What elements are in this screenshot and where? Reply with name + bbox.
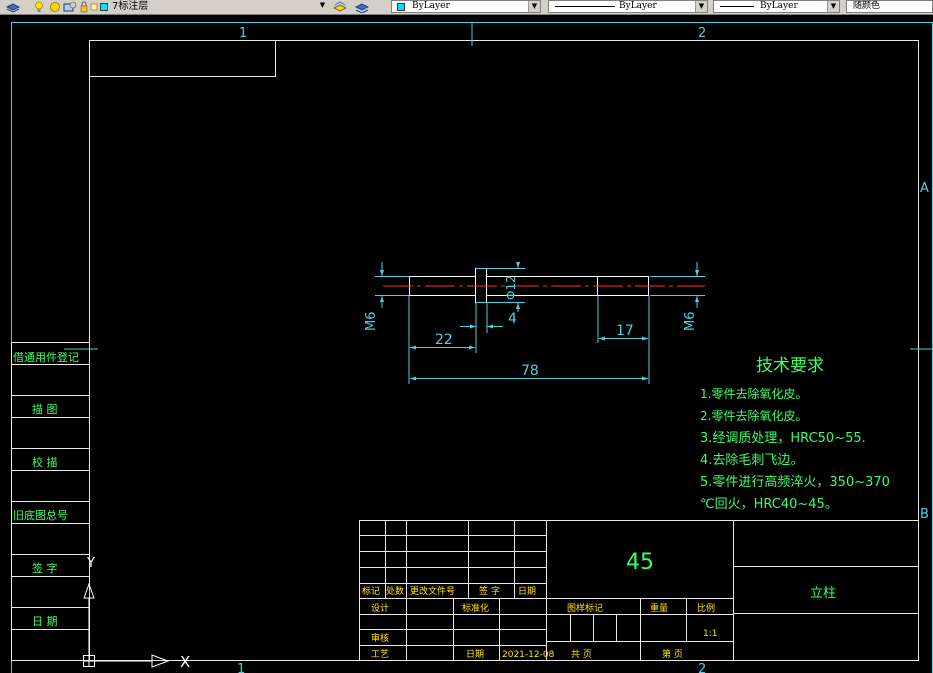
tech-req-title: 技术要求 — [756, 356, 824, 376]
chevron-down-icon[interactable]: ▼ — [528, 1, 540, 12]
date-value: 2021-12-08 — [502, 650, 555, 660]
side-label-tracing: 描 图 — [32, 402, 58, 416]
zone-label-col1-bottom: 1 — [237, 662, 245, 673]
chevron-down-icon[interactable]: ▼ — [827, 1, 839, 12]
ucs-y-label: Y — [86, 556, 95, 571]
chevron-down-icon[interactable]: ▼ — [695, 1, 707, 12]
zone-label-col2-top: 2 — [698, 26, 706, 41]
label-design: 设计 — [371, 602, 389, 614]
label-stage-mark: 图样标记 — [567, 602, 603, 614]
scale-value: 1:1 — [703, 629, 717, 639]
lightbulb-icon[interactable] — [34, 1, 44, 13]
side-label-date: 日 期 — [32, 615, 58, 628]
label-weight: 重量 — [650, 602, 668, 614]
lineweight-preview — [720, 6, 754, 7]
viewport-freeze-icon[interactable] — [63, 1, 77, 13]
label-total-sheets: 共 页 — [571, 649, 592, 660]
side-label-borrowed-parts: 借通用件登记 — [13, 350, 79, 364]
drawing-canvas[interactable]: 1 2 A B 1 2 22 4 17 78 Φ12 M6 M6 技术要求 1.… — [0, 14, 933, 673]
label-standardize: 标准化 — [462, 602, 489, 614]
dim-17: 17 — [616, 323, 634, 339]
dim-4: 4 — [508, 311, 517, 327]
ucs-icon: Y X — [83, 556, 190, 671]
side-registration-table: 借通用件登记 描 图 校 描 旧底图总号 签 字 日 期 — [11, 342, 90, 661]
part-name: 立柱 — [810, 586, 836, 601]
tech-req-line-4: 4.去除毛刺飞边。 — [700, 453, 803, 468]
label-date: 日期 — [466, 649, 484, 660]
zone-label-col1-top: 1 — [239, 26, 247, 41]
sun-icon[interactable] — [49, 1, 61, 13]
dim-m6-left: M6 — [364, 312, 379, 332]
zone-label-col2-bottom: 2 — [698, 662, 706, 673]
plotstyle-control-dropdown[interactable]: 随颜色 — [846, 0, 933, 13]
dim-22: 22 — [435, 332, 453, 348]
plotstyle-value: 随颜色 — [853, 1, 881, 11]
lineweight-control-dropdown[interactable]: ByLayer ▼ — [713, 0, 840, 13]
title-block: 45 立柱 标记 处数 更改文件号 签 字 日期 设计 标准化 审核 工艺 日期… — [359, 520, 919, 661]
plot-icon[interactable] — [90, 1, 98, 13]
technical-requirements: 技术要求 1.零件去除氧化皮。 2.零件去除氧化皮。 3.经调质处理，HRC50… — [700, 356, 890, 512]
color-control-dropdown[interactable]: ByLayer ▼ — [391, 0, 541, 13]
tech-req-line-5: 5.零件进行高频淬火，350~370 — [700, 474, 890, 490]
layer-name-text[interactable]: 7标注层 — [112, 0, 148, 13]
side-label-old-drawing-no: 旧底图总号 — [13, 508, 68, 522]
upper-left-stamp-box — [89, 40, 276, 77]
linetype-control-dropdown[interactable]: ByLayer ▼ — [548, 0, 708, 13]
side-label-signature: 签 字 — [32, 561, 58, 575]
tech-req-line-2: 2.零件去除氧化皮。 — [700, 408, 807, 423]
label-review: 审核 — [371, 632, 389, 644]
dim-diameter-12: Φ12 — [504, 275, 518, 300]
row-label-change-doc: 更改文件号 — [410, 585, 455, 597]
layer-previous-icon[interactable] — [355, 1, 369, 13]
tech-req-line-3: 3.经调质处理，HRC50~55. — [700, 431, 866, 446]
linetype-value: ByLayer — [619, 1, 657, 11]
zone-label-row-b: B — [920, 507, 929, 522]
label-sheet-number: 第 页 — [662, 648, 683, 660]
label-scale: 比例 — [697, 602, 715, 614]
color-swatch-icon — [397, 3, 405, 11]
lineweight-value: ByLayer — [760, 1, 798, 11]
dimension-lines — [375, 262, 705, 384]
make-current-layer-icon[interactable] — [333, 1, 347, 13]
tech-req-line-1: 1.零件去除氧化皮。 — [700, 386, 807, 401]
row-label-signature: 签 字 — [479, 585, 500, 597]
layer-dropdown-button[interactable]: ▼ — [312, 0, 328, 13]
zone-label-row-a: A — [920, 181, 929, 196]
side-label-checking: 校 描 — [32, 455, 58, 469]
layer-manager-icon[interactable] — [6, 1, 20, 13]
layer-color-swatch-icon — [99, 1, 109, 13]
lock-icon[interactable] — [79, 1, 89, 13]
material-value: 45 — [626, 550, 654, 575]
color-value: ByLayer — [412, 1, 450, 11]
linetype-preview — [555, 6, 615, 7]
dim-78: 78 — [521, 363, 539, 379]
label-process: 工艺 — [371, 649, 389, 660]
properties-toolbar: 7标注层 ▼ ByLayer ▼ ByLayer ▼ ByLayer ▼ 随颜色 — [0, 0, 933, 15]
shaft-part[interactable] — [383, 268, 705, 303]
row-label-mark: 标记 — [362, 585, 380, 597]
row-label-count: 处数 — [386, 585, 404, 597]
dim-m6-right: M6 — [683, 312, 698, 332]
ucs-x-label: X — [180, 653, 190, 671]
row-label-date: 日期 — [518, 586, 536, 597]
tech-req-line-6: ℃回火，HRC40~45。 — [700, 497, 838, 512]
